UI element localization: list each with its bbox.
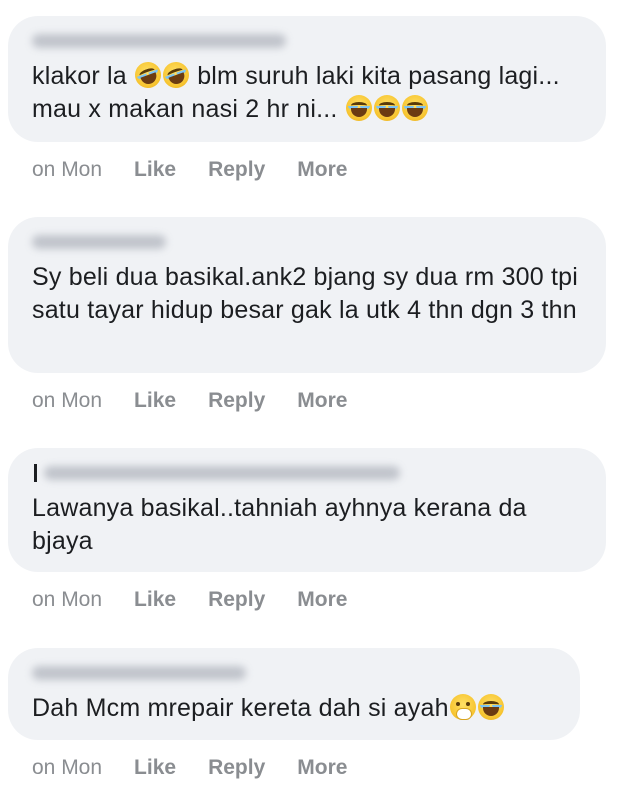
comment-text: klakor la blm suruh laki kita pasang lag… [32,58,584,126]
comment-actions: on Mon Like Reply More [8,588,606,612]
more-button[interactable]: More [297,158,347,182]
comment-3: Lawanya basikal..tahniah ayhnya kerana d… [8,448,606,612]
more-button[interactable]: More [297,588,347,612]
more-button[interactable]: More [297,756,347,780]
comment-actions: on Mon Like Reply More [8,158,606,182]
comment-bubble: Dah Mcm mrepair kereta dah si ayah [8,648,580,740]
comment-timestamp[interactable]: on Mon [32,756,102,780]
like-button[interactable]: Like [134,158,176,182]
comment-author-blurred[interactable] [32,30,584,50]
comment-bubble: Sy beli dua basikal.ank2 bjang sy dua rm… [8,217,606,373]
more-button[interactable]: More [297,389,347,413]
face-with-tears-of-joy-icon [373,95,400,121]
comment-timestamp[interactable]: on Mon [32,389,102,413]
comment-author-blurred[interactable] [32,231,584,251]
comment-timestamp[interactable]: on Mon [32,588,102,612]
comment-4: Dah Mcm mrepair kereta dah si ayah on Mo… [8,648,580,780]
face-with-tears-of-joy-icon [477,694,504,720]
comment-bubble: klakor la blm suruh laki kita pasang lag… [8,16,606,142]
rolling-on-floor-laughing-icon [159,58,193,92]
face-with-tears-of-joy-icon [401,95,428,121]
face-with-hand-over-mouth-icon [449,694,476,720]
comment-author-blurred[interactable] [32,662,558,682]
comment-actions: on Mon Like Reply More [8,389,606,413]
reply-button[interactable]: Reply [208,389,265,413]
comment-actions: on Mon Like Reply More [8,756,580,780]
like-button[interactable]: Like [134,756,176,780]
text-cursor [34,464,37,482]
comment-1: klakor la blm suruh laki kita pasang lag… [8,16,606,182]
reply-button[interactable]: Reply [208,756,265,780]
like-button[interactable]: Like [134,389,176,413]
rolling-on-floor-laughing-icon [131,58,165,92]
reply-button[interactable]: Reply [208,158,265,182]
comment-text: Dah Mcm mrepair kereta dah si ayah [32,692,558,725]
face-with-tears-of-joy-icon [345,95,372,121]
comment-2: Sy beli dua basikal.ank2 bjang sy dua rm… [8,217,606,413]
comment-text: Lawanya basikal..tahniah ayhnya kerana d… [32,494,527,555]
comment-timestamp[interactable]: on Mon [32,158,102,182]
comment-bubble: Lawanya basikal..tahniah ayhnya kerana d… [8,448,606,572]
comment-text: Sy beli dua basikal.ank2 bjang sy dua rm… [32,263,579,324]
like-button[interactable]: Like [134,588,176,612]
reply-button[interactable]: Reply [208,588,265,612]
comment-author-blurred[interactable] [32,462,584,482]
